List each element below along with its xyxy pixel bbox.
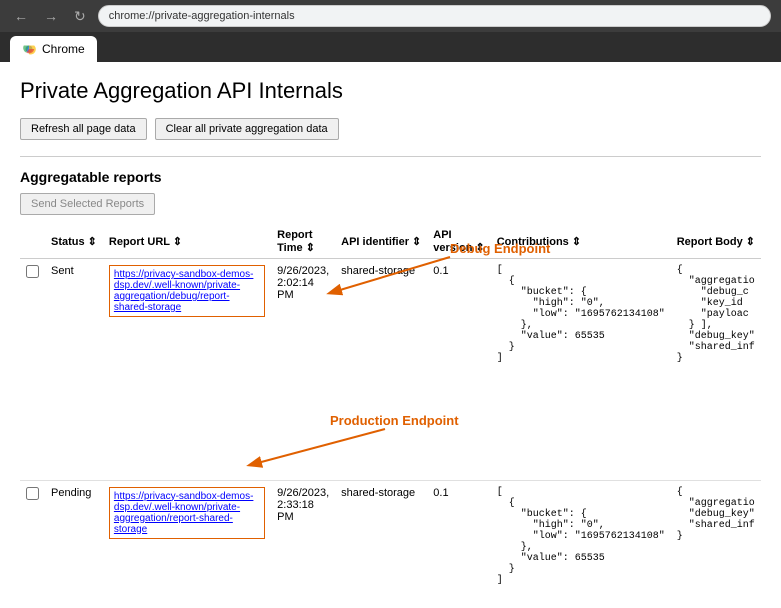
section-divider xyxy=(20,156,761,157)
col-header-contributions: Contributions ⇕ xyxy=(491,225,671,259)
tab-label: Chrome xyxy=(42,42,85,56)
row1-status: Sent xyxy=(45,259,103,371)
row2-api-version: 0.1 xyxy=(427,480,490,592)
address-bar[interactable]: chrome://private-aggregation-internals xyxy=(98,5,771,27)
row1-url-link[interactable]: https://privacy-sandbox-demos-dsp.dev/.w… xyxy=(109,265,265,317)
row1-url-cell: https://privacy-sandbox-demos-dsp.dev/.w… xyxy=(103,259,271,371)
row2-checkbox-cell xyxy=(20,480,45,592)
section-title: Aggregatable reports xyxy=(20,169,761,185)
col-header-api-version: APIversion ⇕ xyxy=(427,225,490,259)
row2-contributions: [ { "bucket": { "high": "0", "low": "169… xyxy=(491,480,671,592)
row2-time: 9/26/2023, 2:33:18 PM xyxy=(271,480,335,592)
row1-api-version: 0.1 xyxy=(427,259,490,371)
row2-api-id: shared-storage xyxy=(335,480,427,592)
row1-checkbox[interactable] xyxy=(26,265,39,278)
row2-url-link[interactable]: https://privacy-sandbox-demos-dsp.dev/.w… xyxy=(109,487,265,539)
back-button[interactable]: ← xyxy=(10,6,32,26)
col-header-report-time: ReportTime ⇕ xyxy=(271,225,335,259)
url-text: chrome://private-aggregation-internals xyxy=(109,10,295,22)
page-content: Private Aggregation API Internals Refres… xyxy=(0,62,781,608)
col-header-status: Status ⇕ xyxy=(45,225,103,259)
row2-checkbox[interactable] xyxy=(26,487,39,500)
row2-contributions-code: [ { "bucket": { "high": "0", "low": "169… xyxy=(497,487,665,586)
col-header-checkbox xyxy=(20,225,45,259)
col-header-report-body: Report Body ⇕ xyxy=(671,225,761,259)
forward-button[interactable]: → xyxy=(40,6,62,26)
row2-report-body: { "aggregatio "debug_key" "shared_inf } xyxy=(671,480,761,592)
refresh-button[interactable]: Refresh all page data xyxy=(20,118,147,140)
annotation-spacer-row xyxy=(20,370,761,480)
row2-status: Pending xyxy=(45,480,103,592)
row1-report-body: { "aggregatio "debug_c "key_id "payloac … xyxy=(671,259,761,371)
row1-checkbox-cell xyxy=(20,259,45,371)
table-wrapper: Debug Endpoint Production Endpoint Statu… xyxy=(20,225,761,592)
row1-report-body-code: { "aggregatio "debug_c "key_id "payloac … xyxy=(677,265,755,364)
row1-contributions-code: [ { "bucket": { "high": "0", "low": "169… xyxy=(497,265,665,364)
toolbar: Refresh all page data Clear all private … xyxy=(20,118,761,140)
col-header-report-url: Report URL ⇕ xyxy=(103,225,271,259)
browser-tab[interactable]: Chrome xyxy=(10,36,97,62)
table-header-row: Status ⇕ Report URL ⇕ ReportTime ⇕ API i… xyxy=(20,225,761,259)
col-header-api-id: API identifier ⇕ xyxy=(335,225,427,259)
browser-chrome: ← → ↻ chrome://private-aggregation-inter… xyxy=(0,0,781,32)
row1-contributions: [ { "bucket": { "high": "0", "low": "169… xyxy=(491,259,671,371)
table-row: Pending https://privacy-sandbox-demos-ds… xyxy=(20,480,761,592)
chrome-logo-icon xyxy=(22,42,36,56)
reports-table: Status ⇕ Report URL ⇕ ReportTime ⇕ API i… xyxy=(20,225,761,592)
row2-report-body-code: { "aggregatio "debug_key" "shared_inf } xyxy=(677,487,755,542)
row1-time: 9/26/2023, 2:02:14 PM xyxy=(271,259,335,371)
row1-api-id: shared-storage xyxy=(335,259,427,371)
send-selected-button[interactable]: Send Selected Reports xyxy=(20,193,155,215)
reload-button[interactable]: ↻ xyxy=(70,6,90,27)
page-title: Private Aggregation API Internals xyxy=(20,78,761,104)
table-row: Sent https://privacy-sandbox-demos-dsp.d… xyxy=(20,259,761,371)
clear-button[interactable]: Clear all private aggregation data xyxy=(155,118,339,140)
row2-url-cell: https://privacy-sandbox-demos-dsp.dev/.w… xyxy=(103,480,271,592)
browser-tab-bar: Chrome xyxy=(0,32,781,62)
